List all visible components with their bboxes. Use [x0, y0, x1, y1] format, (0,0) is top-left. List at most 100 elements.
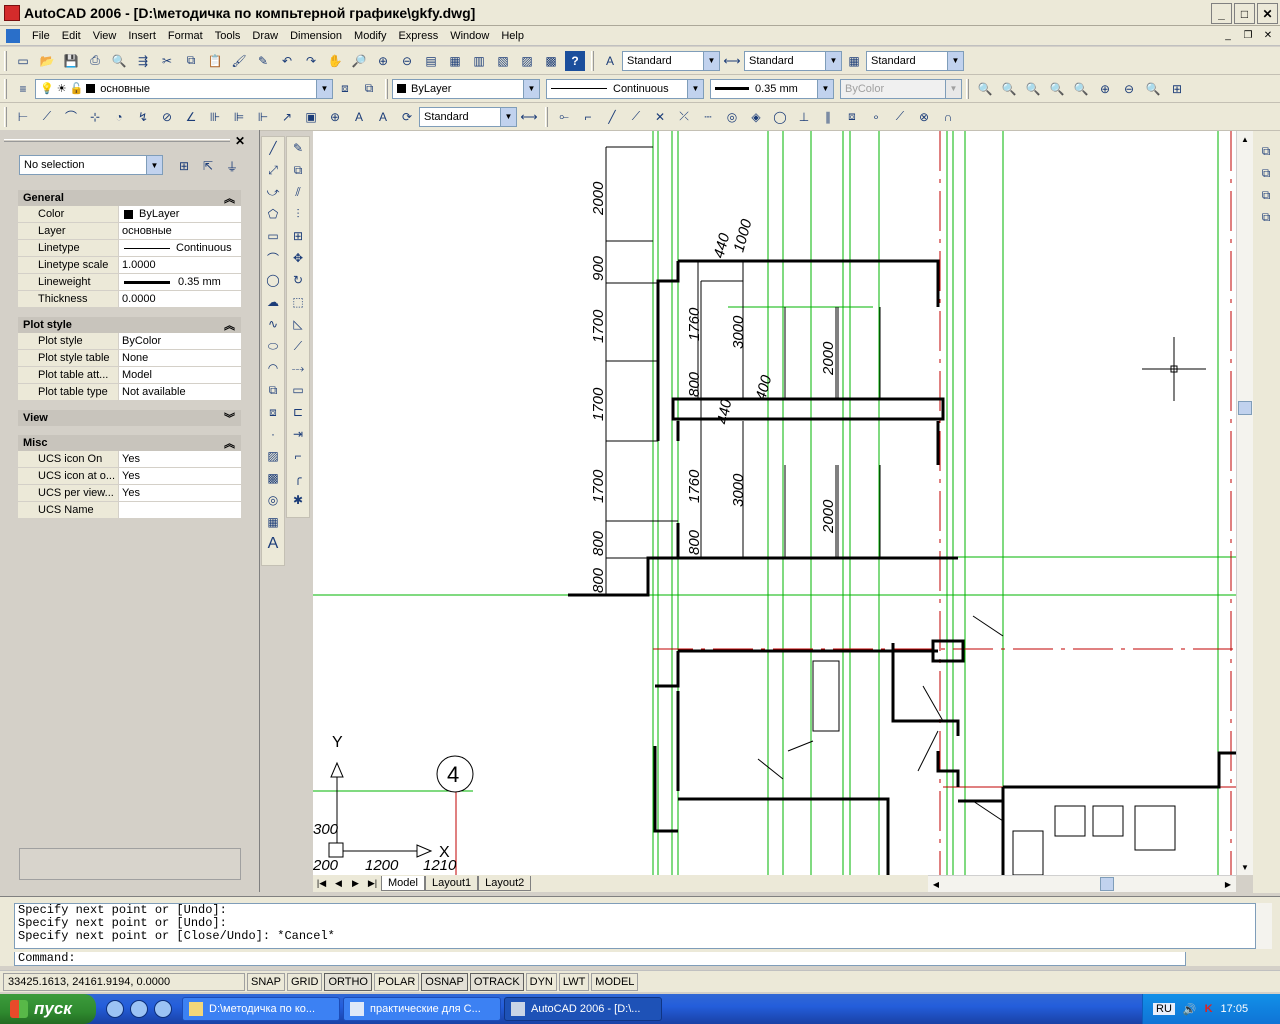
- continue-dim-icon[interactable]: ⊩: [253, 107, 273, 127]
- snap-perpendicular-icon[interactable]: ⊥: [794, 107, 814, 127]
- cut-icon[interactable]: ✂: [157, 51, 177, 71]
- table-icon[interactable]: ▦: [263, 512, 283, 532]
- aligned-dim-icon[interactable]: ⟋: [37, 107, 57, 127]
- prop-row[interactable]: Plot style ByColor: [18, 333, 241, 350]
- explode-icon[interactable]: ✱: [288, 490, 308, 510]
- coordinate-readout[interactable]: 33425.1613, 24161.9194, 0.0000: [3, 972, 245, 991]
- snap-parallel-icon[interactable]: ∥: [818, 107, 838, 127]
- extend-icon[interactable]: ⤏: [288, 358, 308, 378]
- task-folder[interactable]: D:\методичка по ко...: [182, 997, 340, 1021]
- menu-modify[interactable]: Modify: [348, 30, 392, 42]
- plot-preview-icon[interactable]: 🔍: [109, 51, 129, 71]
- chamfer-icon[interactable]: ⌐: [288, 446, 308, 466]
- construction-line-icon[interactable]: ⤢: [263, 160, 283, 180]
- command-input[interactable]: Command:: [14, 952, 1186, 966]
- scroll-thumb[interactable]: [1100, 877, 1114, 891]
- dim-style-manager-icon[interactable]: ⟷: [519, 107, 539, 127]
- task-autocad[interactable]: AutoCAD 2006 - [D:\...: [504, 997, 662, 1021]
- quick-leader-icon[interactable]: ↗: [277, 107, 297, 127]
- task-word-doc[interactable]: практические для С...: [343, 997, 501, 1021]
- block-editor-icon[interactable]: ✎: [253, 51, 273, 71]
- break-at-point-icon[interactable]: ▭: [288, 380, 308, 400]
- dim-edit-icon[interactable]: A: [349, 107, 369, 127]
- volume-icon[interactable]: 🔊: [1183, 1003, 1197, 1016]
- zoom-realtime-icon[interactable]: 🔎: [349, 51, 369, 71]
- prop-row[interactable]: Thickness 0.0000: [18, 291, 241, 308]
- prop-value[interactable]: 0.35 mm: [118, 274, 241, 290]
- chevron-down-icon[interactable]: ▼: [817, 79, 833, 98]
- snap-midpoint-icon[interactable]: ⟋: [626, 107, 646, 127]
- snap-node-icon[interactable]: ∘: [866, 107, 886, 127]
- window-cascade-icon[interactable]: ⧉: [1256, 141, 1276, 161]
- sheet-set-icon[interactable]: ▧: [493, 51, 513, 71]
- section-general-header[interactable]: General ︽: [18, 190, 241, 206]
- zoom-extents-icon[interactable]: ⊞: [1167, 79, 1187, 99]
- prop-row[interactable]: Plot table type Not available: [18, 384, 241, 401]
- linear-dim-icon[interactable]: ⊢: [13, 107, 33, 127]
- chevron-down-icon[interactable]: ▼: [146, 156, 162, 174]
- browser-icon[interactable]: [154, 1000, 172, 1018]
- prop-value[interactable]: Model: [118, 367, 241, 383]
- scroll-down-icon[interactable]: ▼: [1237, 859, 1253, 875]
- properties-icon[interactable]: ▤: [421, 51, 441, 71]
- table-style-icon[interactable]: ▦: [844, 51, 864, 71]
- prop-row[interactable]: UCS icon On Yes: [18, 451, 241, 468]
- menu-draw[interactable]: Draw: [246, 30, 284, 42]
- layer-combo[interactable]: 💡 ☀ 🔓 основные ▼: [35, 78, 333, 99]
- dim-style-combo[interactable]: Standard ▼: [744, 50, 842, 71]
- menu-insert[interactable]: Insert: [122, 30, 162, 42]
- dim-toolbar-style-combo[interactable]: Standard ▼: [419, 106, 517, 127]
- command-scrollbar[interactable]: [1256, 903, 1272, 949]
- pan-realtime-icon[interactable]: ✋: [325, 51, 345, 71]
- ellipse-arc-icon[interactable]: ◠: [263, 358, 283, 378]
- chevron-down-icon[interactable]: ▼: [703, 51, 719, 70]
- zoom-window-icon[interactable]: ⊕: [373, 51, 393, 71]
- diameter-dim-icon[interactable]: ⊘: [157, 107, 177, 127]
- tool-palettes-icon[interactable]: ▥: [469, 51, 489, 71]
- insert-block-icon[interactable]: ⧉: [263, 380, 283, 400]
- menu-edit[interactable]: Edit: [56, 30, 87, 42]
- prop-row[interactable]: UCS icon at o... Yes: [18, 468, 241, 485]
- linetype-combo[interactable]: Continuous ▼: [546, 78, 704, 99]
- chevron-down-icon[interactable]: ▼: [947, 51, 963, 70]
- trim-icon[interactable]: ⟋: [288, 336, 308, 356]
- dim-update-icon[interactable]: ⟳: [397, 107, 417, 127]
- color-combo[interactable]: ByLayer ▼: [392, 78, 540, 99]
- snap-nearest-icon[interactable]: ⟋: [890, 107, 910, 127]
- new-icon[interactable]: ▭: [13, 51, 33, 71]
- osnap-toggle[interactable]: OSNAP: [421, 972, 468, 991]
- match-properties-icon[interactable]: 🖌: [229, 51, 249, 71]
- revision-cloud-icon[interactable]: ☁: [263, 292, 283, 312]
- internet-explorer-icon[interactable]: [106, 1000, 124, 1018]
- last-tab-icon[interactable]: ▶|: [364, 876, 381, 891]
- snap-endpoint-icon[interactable]: ╱: [602, 107, 622, 127]
- menu-view[interactable]: View: [87, 30, 123, 42]
- horizontal-scrollbar[interactable]: ◀ ▶: [928, 875, 1236, 892]
- angular-dim-icon[interactable]: ∠: [181, 107, 201, 127]
- quick-dim-icon[interactable]: ⊪: [205, 107, 225, 127]
- save-icon[interactable]: 💾: [61, 51, 81, 71]
- document-icon[interactable]: [6, 28, 20, 43]
- prop-row[interactable]: UCS per view... Yes: [18, 485, 241, 502]
- dim-style-icon[interactable]: ⟷: [722, 51, 742, 71]
- doc-close-button[interactable]: ✕: [1260, 28, 1276, 42]
- chevron-down-icon[interactable]: ▼: [316, 79, 332, 98]
- snap-toggle[interactable]: SNAP: [247, 972, 285, 991]
- erase-icon[interactable]: ✎: [288, 138, 308, 158]
- chevron-down-icon[interactable]: ▼: [523, 79, 539, 98]
- arc-length-icon[interactable]: ⌒: [61, 107, 81, 127]
- open-icon[interactable]: 📂: [37, 51, 57, 71]
- markup-icon[interactable]: ▨: [517, 51, 537, 71]
- design-center-icon[interactable]: ▦: [445, 51, 465, 71]
- section-plot-header[interactable]: Plot style ︽: [18, 317, 241, 333]
- tab-model[interactable]: Model: [381, 876, 425, 891]
- menu-format[interactable]: Format: [162, 30, 209, 42]
- snap-insert-icon[interactable]: ⧈: [842, 107, 862, 127]
- join-icon[interactable]: ⇥: [288, 424, 308, 444]
- stretch-icon[interactable]: ◺: [288, 314, 308, 334]
- grid-toggle[interactable]: GRID: [286, 972, 323, 991]
- break-icon[interactable]: ⊏: [288, 402, 308, 422]
- multiline-text-icon[interactable]: A: [263, 534, 283, 554]
- chevron-down-icon[interactable]: ▼: [825, 51, 841, 70]
- copy-icon[interactable]: ⧉: [181, 51, 201, 71]
